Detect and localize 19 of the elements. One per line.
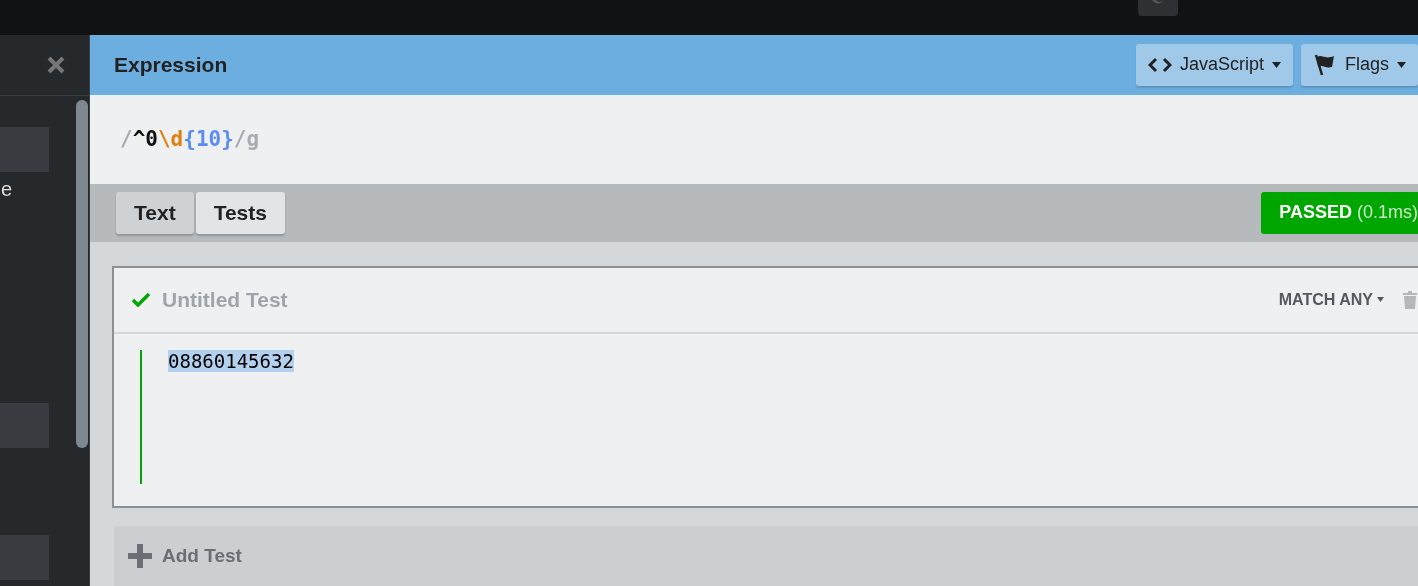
moon-button[interactable] xyxy=(1138,0,1178,16)
dropdown-button[interactable]: Flags xyxy=(1301,43,1418,86)
plus-icon xyxy=(128,544,152,569)
dropdown-button[interactable]: JavaScript xyxy=(1135,43,1293,86)
caret-icon xyxy=(1377,297,1384,303)
tab[interactable]: Tests xyxy=(195,191,285,234)
close-icon[interactable] xyxy=(47,56,65,74)
result-badge: PASSED (0.1ms) xyxy=(1261,191,1418,234)
caret-icon xyxy=(1397,61,1406,68)
flag-icon xyxy=(1313,53,1337,76)
regex-expression[interactable]: /^0\d{10}/g xyxy=(90,94,1418,185)
section-title: Expression xyxy=(114,52,229,77)
code-icon xyxy=(1147,56,1172,73)
caret-icon xyxy=(1272,61,1281,68)
trash-icon[interactable] xyxy=(1402,290,1418,309)
scrollbar-thumb[interactable] xyxy=(76,100,88,448)
tab[interactable]: Text xyxy=(116,191,194,234)
test-input-text[interactable]: 08860145632 xyxy=(168,349,294,372)
match-mode-dropdown[interactable]: MATCH ANY xyxy=(1272,289,1390,310)
